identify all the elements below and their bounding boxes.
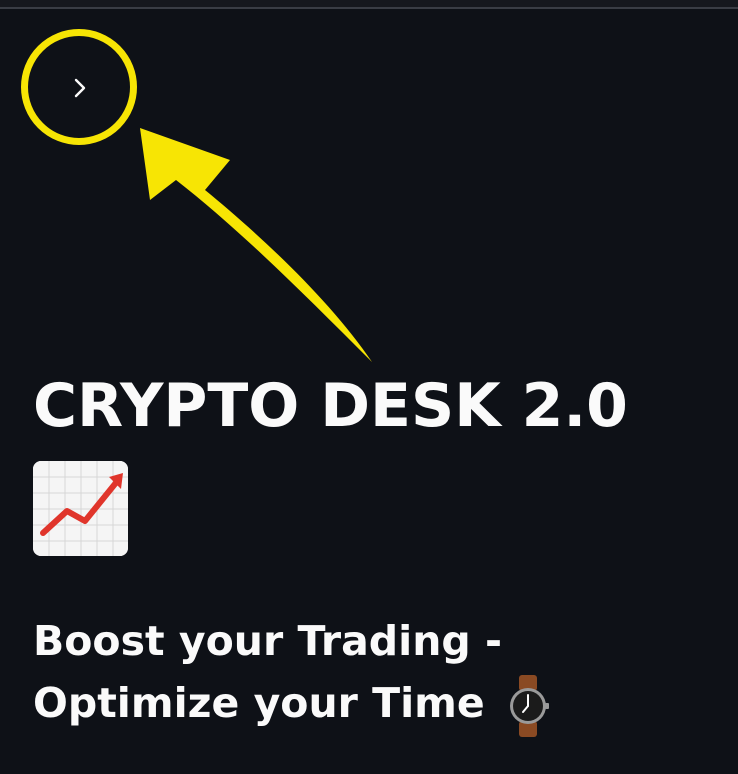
page-title: CRYPTO DESK 2.0: [33, 371, 628, 441]
sidebar-expand-button[interactable]: [62, 70, 98, 106]
chart-increasing-icon: [33, 461, 128, 556]
chevron-right-icon: [74, 78, 86, 98]
top-border: [0, 0, 738, 9]
subtitle-line-2-text: Optimize your Time: [33, 679, 485, 727]
subtitle-line-1: Boost your Trading -: [33, 617, 503, 665]
subtitle-line-2: Optimize your Time: [33, 672, 551, 737]
subtitle: Boost your Trading - Optimize your Time: [33, 610, 551, 737]
watch-icon: [509, 675, 549, 737]
